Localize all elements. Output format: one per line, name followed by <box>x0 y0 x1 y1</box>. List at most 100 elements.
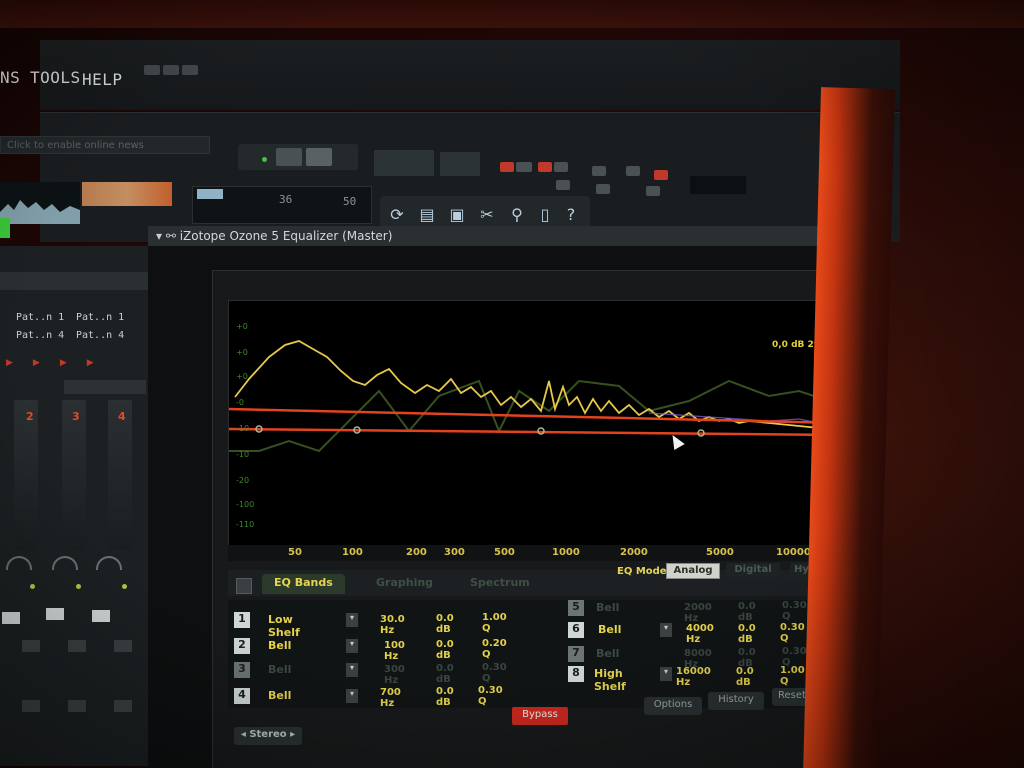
snap-toggle[interactable] <box>538 162 552 172</box>
band-type-dropdown[interactable]: ▾ <box>346 639 358 653</box>
tempo-right-value: 50 <box>343 195 357 208</box>
band-q[interactable]: 0.20 Q <box>482 638 507 660</box>
tempo-display[interactable]: 36 50 <box>192 186 372 224</box>
band-q[interactable]: 0.30 Q <box>482 662 507 684</box>
monitor-bezel-top <box>0 0 1024 28</box>
menu-item-tools[interactable]: TOOLS <box>30 68 81 87</box>
mixer-header <box>64 380 146 394</box>
band-type-dropdown[interactable]: ▾ <box>346 689 358 703</box>
band-frequency[interactable]: 300 Hz <box>384 664 405 686</box>
band-type-dropdown[interactable]: ▾ <box>346 663 358 677</box>
band-gain[interactable]: 0.0 dB <box>436 663 454 685</box>
snap-toggle[interactable] <box>516 162 532 172</box>
band-type: Bell <box>598 623 622 636</box>
search-icon[interactable]: ⚲ <box>504 202 530 228</box>
insert-slot[interactable] <box>22 640 40 652</box>
band-q[interactable]: 1.00 Q <box>482 612 507 634</box>
snap-toggle[interactable] <box>556 180 570 190</box>
stereo-mode-selector[interactable]: ◂ Stereo ▸ <box>234 727 302 745</box>
tab-graphing[interactable]: Graphing <box>364 574 445 594</box>
tab-eq-bands[interactable]: EQ Bands <box>262 574 345 594</box>
band-type-dropdown[interactable]: ▾ <box>660 667 672 681</box>
band-number[interactable]: 3 <box>234 662 250 678</box>
fader-handle[interactable] <box>46 608 64 620</box>
menu-item-options[interactable]: NS <box>0 68 20 87</box>
insert-slot[interactable] <box>68 640 86 652</box>
eq-curve-upper <box>228 407 842 425</box>
band-frequency[interactable]: 4000 Hz <box>686 623 714 645</box>
play-button[interactable] <box>276 148 302 166</box>
insert-slot[interactable] <box>68 700 86 712</box>
open-icon[interactable]: ▤ <box>414 202 440 228</box>
band-number[interactable]: 7 <box>568 646 584 662</box>
plugin-title-bar[interactable]: ▾ ⚯ iZotope Ozone 5 Equalizer (Master) <box>148 226 848 246</box>
band-gain[interactable]: 0.0 dB <box>436 639 454 661</box>
pattern-clip[interactable]: Pat..n 4 <box>76 330 124 341</box>
fader-handle[interactable] <box>2 612 20 624</box>
freq-tick-label: 200 <box>406 547 427 558</box>
fader-handle[interactable] <box>92 610 110 622</box>
band-frequency[interactable]: 100 Hz <box>384 640 405 662</box>
pattern-clip[interactable]: Pat..n 1 <box>76 312 124 323</box>
spectrum-plot[interactable] <box>228 301 842 549</box>
document-icon[interactable]: ▯ <box>532 202 558 228</box>
band-number[interactable]: 2 <box>234 638 250 654</box>
band-gain[interactable]: 0.0 dB <box>736 666 754 688</box>
band-q[interactable]: 1.00 Q <box>780 665 805 687</box>
band-type-dropdown[interactable]: ▾ <box>346 613 358 627</box>
history-button[interactable]: History <box>708 692 764 710</box>
pattern-selector[interactable] <box>440 152 480 176</box>
help-icon[interactable]: ? <box>558 202 584 228</box>
band-gain[interactable]: 0.0 dB <box>436 613 454 635</box>
band-frequency[interactable]: 700 Hz <box>380 687 401 709</box>
band-number[interactable]: 1 <box>234 612 250 628</box>
tab-spectrum[interactable]: Spectrum <box>458 574 542 594</box>
eq-mode-analog-button[interactable]: Analog <box>666 563 720 579</box>
bypass-button[interactable]: Bypass <box>512 707 568 725</box>
band-type: Bell <box>268 689 292 702</box>
band-gain[interactable]: 0.0 dB <box>436 686 454 708</box>
freq-tick-label: 1000 <box>552 547 580 558</box>
band-gain[interactable]: 0.0 dB <box>738 623 756 645</box>
insert-slot[interactable] <box>114 700 132 712</box>
collapse-button[interactable] <box>236 578 252 594</box>
save-icon[interactable]: ▣ <box>444 202 470 228</box>
cut-icon[interactable]: ✂ <box>474 202 500 228</box>
song-mode-switch[interactable] <box>374 150 434 176</box>
hint-bar[interactable]: Click to enable online news <box>0 136 210 154</box>
options-button[interactable]: Options <box>644 697 702 715</box>
snap-toggle[interactable] <box>554 162 568 172</box>
freq-tick-label: 100 <box>342 547 363 558</box>
stop-button[interactable] <box>306 148 332 166</box>
band-q[interactable]: 0.30 Q <box>478 685 503 707</box>
band-number[interactable]: 4 <box>234 688 250 704</box>
band-number[interactable]: 6 <box>568 622 584 638</box>
pattern-clip[interactable]: Pat..n 4 <box>16 330 64 341</box>
band-q[interactable]: 0.30 Q <box>782 600 807 622</box>
band-q[interactable]: 0.30 Q <box>780 622 805 644</box>
band-frequency[interactable]: 2000 Hz <box>684 602 712 624</box>
band-frequency[interactable]: 30.0 Hz <box>380 614 405 636</box>
menu-item-help[interactable]: HELP <box>82 70 123 89</box>
pattern-clip[interactable]: Pat..n 1 <box>16 312 64 323</box>
band-number[interactable]: 5 <box>568 600 584 616</box>
insert-slot[interactable] <box>22 700 40 712</box>
band-gain[interactable]: 0.0 dB <box>738 601 756 623</box>
eq-mode-digital-button[interactable]: Digital <box>726 563 780 579</box>
band-number[interactable]: 8 <box>568 666 584 682</box>
plugin-menu-arrow-icon[interactable]: ▾ ⚯ <box>156 229 180 243</box>
band-frequency[interactable]: 16000 Hz <box>676 666 711 688</box>
db-tick-label: -0 <box>236 398 244 407</box>
snap-toggle[interactable] <box>646 186 660 196</box>
snap-toggle[interactable] <box>626 166 640 176</box>
band-type-dropdown[interactable]: ▾ <box>660 623 672 637</box>
snap-toggle[interactable] <box>592 166 606 176</box>
freq-tick-label: 500 <box>494 547 515 558</box>
snap-toggle[interactable] <box>500 162 514 172</box>
snap-toggle[interactable] <box>596 184 610 194</box>
snap-toggle[interactable] <box>654 170 668 180</box>
eq-spectrum-graph[interactable] <box>228 300 842 549</box>
insert-slot[interactable] <box>114 640 132 652</box>
refresh-icon[interactable]: ⟳ <box>384 202 410 228</box>
band-type: Bell <box>596 647 620 660</box>
